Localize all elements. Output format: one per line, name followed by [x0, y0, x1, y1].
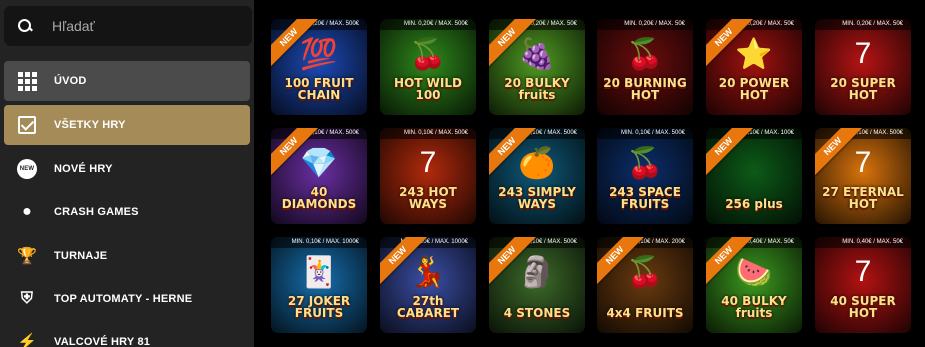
nav-item-uvod[interactable]: ÚVOD — [4, 61, 250, 101]
game-art-icon: 🃏 — [300, 256, 338, 289]
game-title: 40 BULKY fruits — [721, 294, 787, 320]
nav-item-turnaje[interactable]: 🏆 TURNAJE — [4, 236, 250, 276]
nav-item-label: ÚVOD — [54, 75, 87, 87]
bet-limits: MIN. 0,10€ / MAX. 1000€ — [271, 237, 367, 248]
game-title: 100 FRUIT CHAIN — [284, 76, 354, 102]
bet-limits: MIN. 0,10€ / MAX. 100€ — [706, 128, 802, 139]
game-tile[interactable]: MIN. 0,10€ / MAX. 500€ 7 27 ETERNAL HOT NEW — [815, 128, 911, 224]
bet-limits: MIN. 0,20€ / MAX. 50€ — [815, 19, 911, 30]
nav-item-label: NOVÉ HRY — [54, 163, 113, 175]
game-tile[interactable]: MIN. 0,20€ / MAX. 50€ 7 20 SUPER HOT — [815, 19, 911, 115]
game-title: 27 JOKER FRUITS — [287, 294, 351, 320]
game-title: 20 BURNING HOT — [603, 76, 687, 102]
game-art-icon: 🍒 — [626, 147, 664, 180]
game-art-icon: 7 — [854, 37, 872, 70]
game-tile[interactable]: MIN. 0,10€ / MAX. 500€ 🍒 243 SPACE FRUITS — [597, 128, 693, 224]
bet-limits: MIN. 0,10€ / MAX. 200€ — [597, 237, 693, 248]
game-tile[interactable]: MIN. 0,10€ / MAX. 1000€ 🃏 27 JOKER FRUITS — [271, 237, 367, 333]
checkbox-icon — [16, 114, 38, 136]
game-art-icon: 🍒 — [409, 38, 447, 71]
game-title: 4 STONES — [503, 306, 571, 320]
game-tile[interactable]: MIN. 0,20€ / MAX. 50€ ⭐ 20 POWER HOT NEW — [706, 19, 802, 115]
game-title: 243 SIMPLY WAYS — [498, 185, 576, 211]
bomb-icon: ● — [22, 203, 32, 220]
nav-item-nove-hry[interactable]: NEW NOVÉ HRY — [4, 149, 250, 189]
game-title: 20 POWER HOT — [718, 76, 790, 102]
nav-item-top-automaty[interactable]: ⛨ TOP AUTOMATY - HERNE — [4, 279, 250, 319]
bet-limits: MIN. 0,20€ / MAX. 500€ — [380, 19, 476, 30]
game-tile[interactable]: MIN. 0,10€ / MAX. 500€ 7 243 HOT WAYS — [380, 128, 476, 224]
shield-icon: ⛨ — [20, 290, 34, 307]
game-title: 256 plus — [725, 197, 783, 211]
game-tile[interactable]: MIN. 0,10€ / MAX. 500€ 💎 40 DIAMONDS NEW — [271, 128, 367, 224]
bet-limits: MIN. 0,10€ / MAX. 1000€ — [380, 237, 476, 248]
game-tile[interactable]: MIN. 0,10€ / MAX. 1000€ 💃 27th CABARET NEW — [380, 237, 476, 333]
game-tile[interactable]: MIN. 0,10€ / MAX. 200€ 🍒 4x4 FRUITS NEW — [597, 237, 693, 333]
sidebar: ÚVOD VŠETKY HRY NEW NOVÉ HRY ● CRASH GAM… — [0, 0, 254, 347]
nav-item-valcove-hry[interactable]: ⚡ VALCOVÉ HRY 81 — [4, 322, 250, 347]
game-tile[interactable]: MIN. 0,10€ / MAX. 500€ 🗿 4 STONES NEW — [489, 237, 585, 333]
nav-item-label: TOP AUTOMATY - HERNE — [54, 293, 193, 305]
bet-limits: MIN. 0,20€ / MAX. 50€ — [489, 19, 585, 30]
game-art-icon: 7 — [854, 255, 872, 288]
new-badge-icon: NEW — [16, 158, 38, 180]
search-input[interactable] — [52, 18, 222, 34]
nav-item-label: CRASH GAMES — [54, 206, 139, 218]
game-tile[interactable]: MIN. 0,10€ / MAX. 100€ 256 plus NEW — [706, 128, 802, 224]
game-title: 40 DIAMONDS — [281, 185, 357, 211]
bet-limits: MIN. 0,10€ / MAX. 500€ — [489, 237, 585, 248]
game-art-icon: 🍒 — [626, 38, 664, 71]
grid-icon — [16, 70, 38, 92]
lightning-icon: ⚡ — [16, 334, 38, 347]
game-tile[interactable]: MIN. 0,20€ / MAX. 500€ 💯 100 FRUIT CHAIN NE… — [271, 19, 367, 115]
game-tile[interactable]: MIN. 0,10€ / MAX. 500€ 🍊 243 SIMPLY WAYS NE… — [489, 128, 585, 224]
bet-limits: MIN. 0,40€ / MAX. 50€ — [706, 237, 802, 248]
game-title: 4x4 FRUITS — [606, 306, 684, 320]
game-tile[interactable]: MIN. 0,20€ / MAX. 50€ 🍒 20 BURNING HOT — [597, 19, 693, 115]
game-tile[interactable]: MIN. 0,20€ / MAX. 50€ 🍇 20 BULKY fruits NEW — [489, 19, 585, 115]
nav-item-crash-games[interactable]: ● CRASH GAMES — [4, 192, 250, 232]
bet-limits: MIN. 0,20€ / MAX. 500€ — [271, 19, 367, 30]
nav-item-label: TURNAJE — [54, 250, 108, 262]
nav-item-label: VŠETKY HRY — [54, 119, 126, 131]
game-title: 40 SUPER HOT — [830, 294, 896, 320]
game-art-icon: 7 — [419, 146, 437, 179]
game-title: HOT WILD 100 — [394, 76, 462, 102]
game-title: 27th CABARET — [396, 294, 460, 320]
game-tile[interactable]: MIN. 0,40€ / MAX. 50€ 7 40 SUPER HOT — [815, 237, 911, 333]
bet-limits: MIN. 0,10€ / MAX. 500€ — [489, 128, 585, 139]
game-title: 20 BULKY fruits — [504, 76, 570, 102]
nav-item-label: VALCOVÉ HRY 81 — [54, 336, 151, 347]
bet-limits: MIN. 0,10€ / MAX. 500€ — [380, 128, 476, 139]
bet-limits: MIN. 0,40€ / MAX. 50€ — [815, 237, 911, 248]
search-box[interactable] — [4, 6, 252, 46]
game-title: 27 ETERNAL HOT — [822, 185, 904, 211]
bet-limits: MIN. 0,10€ / MAX. 500€ — [271, 128, 367, 139]
game-title: 243 HOT WAYS — [399, 185, 457, 211]
bet-limits: MIN. 0,10€ / MAX. 500€ — [597, 128, 693, 139]
bet-limits: MIN. 0,10€ / MAX. 500€ — [815, 128, 911, 139]
game-title: 20 SUPER HOT — [830, 76, 896, 102]
search-icon — [18, 19, 32, 33]
game-tile[interactable]: MIN. 0,20€ / MAX. 500€ 🍒 HOT WILD 100 — [380, 19, 476, 115]
trophy-icon: 🏆 — [16, 248, 38, 265]
bet-limits: MIN. 0,20€ / MAX. 50€ — [597, 19, 693, 30]
bet-limits: MIN. 0,20€ / MAX. 50€ — [706, 19, 802, 30]
nav-item-vsetky-hry[interactable]: VŠETKY HRY — [4, 105, 250, 145]
game-tile[interactable]: MIN. 0,40€ / MAX. 50€ 🍉 40 BULKY fruits NEW — [706, 237, 802, 333]
game-title: 243 SPACE FRUITS — [609, 185, 681, 211]
